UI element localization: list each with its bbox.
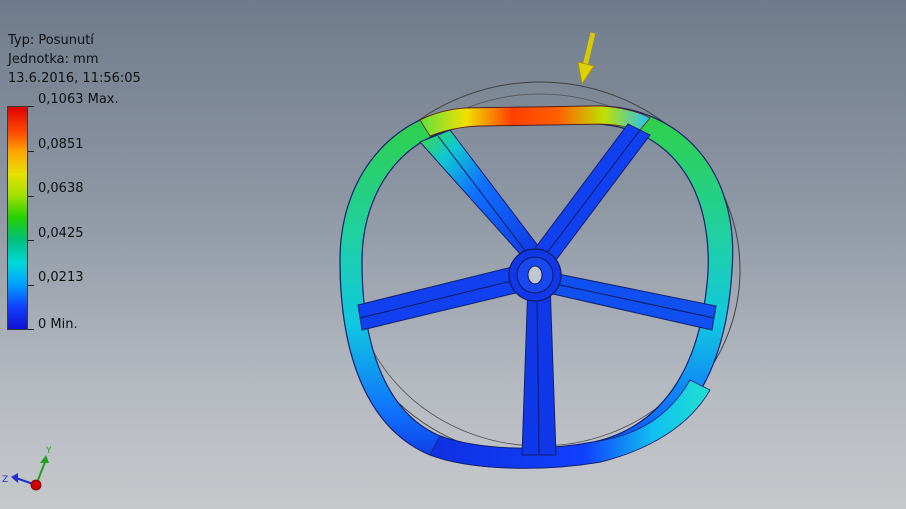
legend-min-label: 0 Min. [38, 317, 78, 332]
legend-tick-label: 0,0425 [38, 226, 84, 241]
wheel-rim-bottom [429, 379, 711, 469]
legend-unit: Jednotka: mm [8, 52, 99, 67]
legend-result-type: Typ: Posunutí [8, 33, 94, 48]
coordinate-triad[interactable]: Y Z [0, 440, 60, 500]
load-arrow-head [577, 61, 595, 86]
y-axis-arrow-icon [40, 455, 49, 463]
legend-tick-label: 0,0638 [38, 181, 84, 196]
legend-tick-label: 0,0851 [38, 137, 84, 152]
color-scale-bar [7, 106, 28, 330]
max-displacement-region [419, 105, 651, 137]
hub-bore [527, 265, 543, 285]
z-axis-arrow-icon [11, 473, 18, 483]
colorbar-tick [28, 196, 34, 197]
wheel-spoke [419, 129, 546, 266]
triad-z-label: Z [2, 475, 8, 485]
x-axis-origin-icon [30, 479, 42, 491]
load-arrow-icon[interactable] [582, 32, 596, 67]
wheel-spoke [543, 271, 717, 331]
wheel-model[interactable] [320, 25, 760, 485]
legend-timestamp: 13.6.2016, 11:56:05 [8, 71, 141, 86]
legend-max-label: 0,1063 Max. [38, 92, 119, 107]
colorbar-tick [28, 285, 34, 286]
colorbar-tick [28, 106, 34, 107]
colorbar-tick [28, 240, 34, 241]
triad-y-label: Y [45, 446, 52, 456]
graphics-viewport[interactable]: Typ: Posunutí Jednotka: mm 13.6.2016, 11… [0, 0, 906, 509]
colorbar-tick [28, 151, 34, 152]
colorbar-tick [28, 329, 34, 330]
legend-tick-label: 0,0213 [38, 270, 84, 285]
